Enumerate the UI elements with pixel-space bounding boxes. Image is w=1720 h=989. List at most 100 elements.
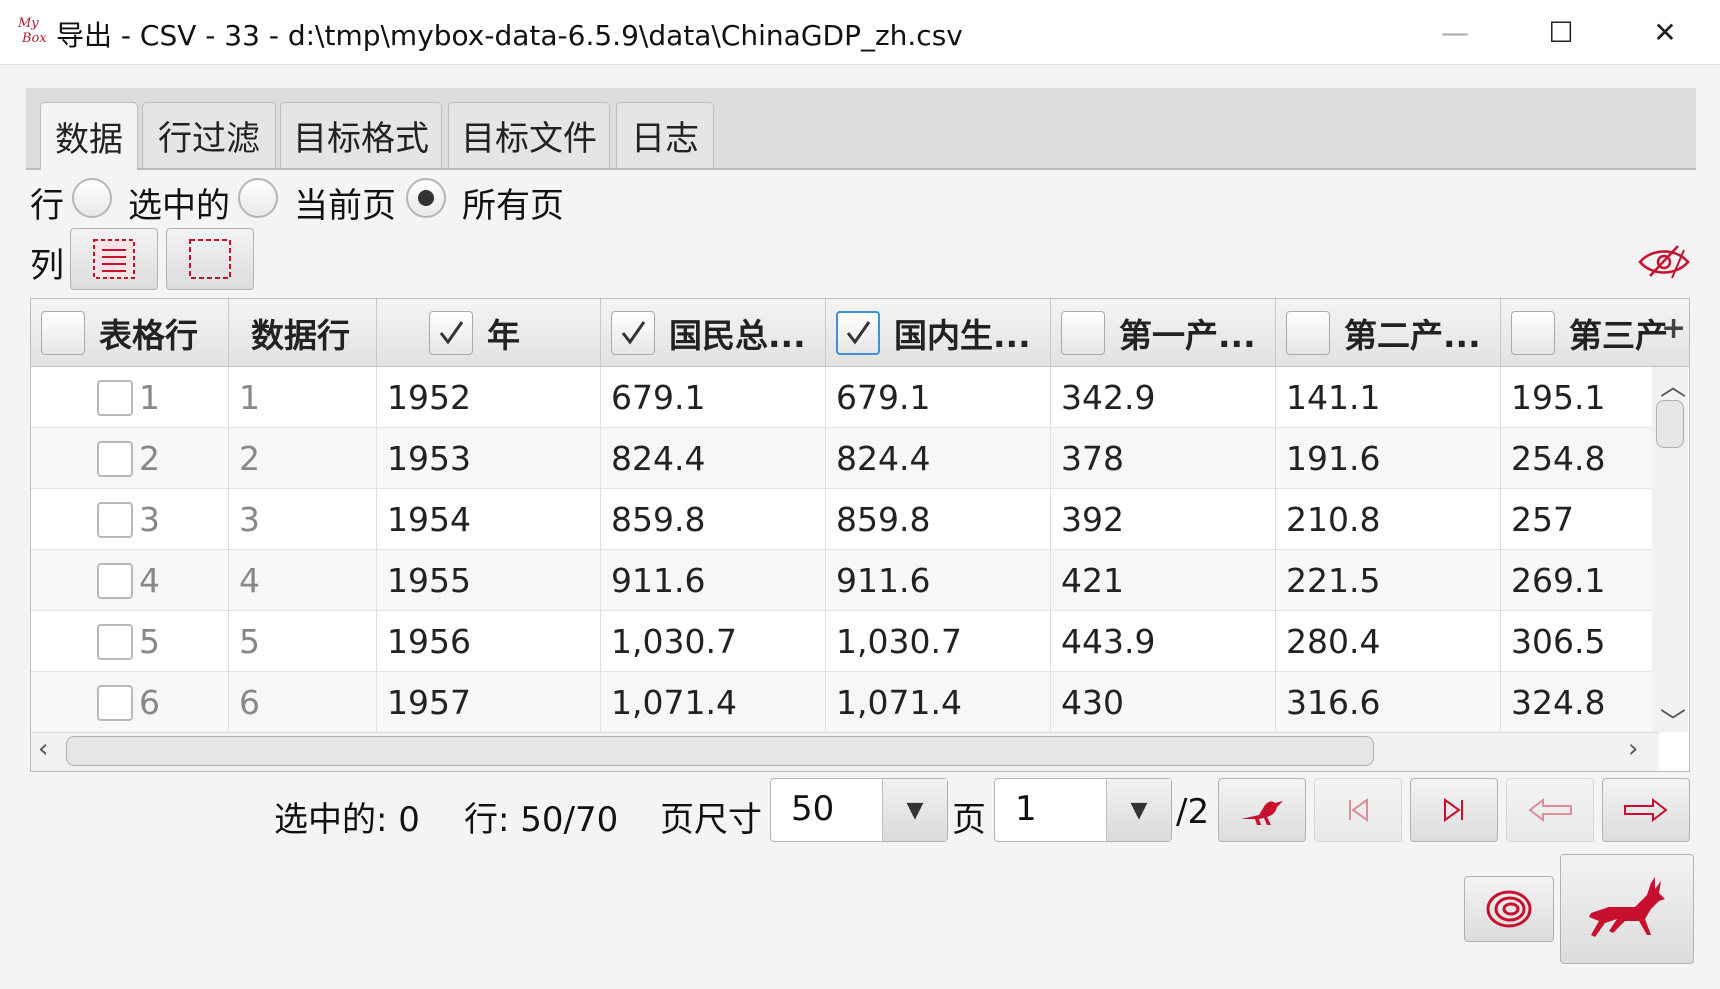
- last-page-icon: [1444, 798, 1463, 822]
- close-button[interactable]: ✕: [1612, 0, 1718, 64]
- radio-current-page[interactable]: [238, 178, 278, 218]
- header-checkbox[interactable]: [41, 310, 85, 355]
- cell-tertiary: 254.8: [1511, 439, 1606, 478]
- header-data-row[interactable]: 数据行: [229, 299, 377, 367]
- tab-target-file[interactable]: 目标文件: [448, 102, 610, 168]
- maximize-button[interactable]: ☐: [1508, 0, 1614, 64]
- page-total: /2: [1176, 792, 1210, 832]
- radio-all-pages[interactable]: [406, 178, 446, 218]
- first-page-button[interactable]: [1314, 778, 1402, 842]
- header-gdp[interactable]: 国内生...: [826, 299, 1051, 367]
- radio-selected[interactable]: [72, 178, 112, 218]
- tab-data[interactable]: 数据: [40, 102, 138, 170]
- tab-row-filter[interactable]: 行过滤: [142, 102, 276, 168]
- cell-table-row[interactable]: 6: [31, 672, 229, 733]
- cell-data-row: 1: [229, 367, 377, 428]
- check-icon: [846, 320, 871, 345]
- row-checkbox[interactable]: [97, 684, 133, 721]
- spiral-icon: [1486, 890, 1532, 928]
- scroll-down-icon[interactable]: ﹀: [1660, 702, 1686, 739]
- header-checkbox[interactable]: [1286, 310, 1330, 355]
- cell-table-row[interactable]: 3: [31, 489, 229, 550]
- chevron-down-icon[interactable]: ▼: [1106, 779, 1171, 841]
- header-secondary-industry[interactable]: 第二产...: [1276, 299, 1501, 367]
- previous-page-button[interactable]: [1506, 778, 1594, 842]
- header-checkbox[interactable]: [1511, 310, 1555, 355]
- cell-year: 1952: [377, 367, 601, 428]
- table-row[interactable]: 1 1 1952 679.1 679.1 342.9 141.1 195.1: [31, 367, 1653, 428]
- cell-year: 1954: [377, 489, 601, 550]
- row-number: 1: [139, 378, 160, 417]
- header-checkbox[interactable]: [429, 310, 473, 355]
- row-checkbox[interactable]: [97, 379, 133, 416]
- cell-table-row[interactable]: 2: [31, 428, 229, 489]
- cell-gdp: 679.1: [826, 367, 1051, 428]
- radio-current-page-label[interactable]: 当前页: [294, 178, 396, 227]
- scroll-left-icon[interactable]: ‹: [38, 734, 48, 764]
- cell-tertiary: 324.8: [1511, 683, 1606, 722]
- vertical-scroll-thumb[interactable]: [1656, 400, 1684, 448]
- minimize-button[interactable]: —: [1402, 0, 1508, 64]
- select-all-columns-button[interactable]: [70, 228, 158, 290]
- tab-log[interactable]: 日志: [616, 102, 714, 168]
- row-checkbox[interactable]: [97, 623, 133, 660]
- cell-secondary: 316.6: [1276, 672, 1501, 733]
- header-year[interactable]: 年: [377, 299, 601, 367]
- horizontal-scroll-thumb[interactable]: [66, 736, 1374, 766]
- radio-selected-label[interactable]: 选中的: [128, 178, 230, 227]
- logo-line-2: Box: [22, 31, 47, 46]
- table-row[interactable]: 3 3 1954 859.8 859.8 392 210.8 257: [31, 489, 1653, 550]
- header-checkbox[interactable]: [611, 310, 655, 355]
- cell-gdp: 859.8: [826, 489, 1051, 550]
- last-page-button[interactable]: [1410, 778, 1498, 842]
- row-checkbox[interactable]: [97, 440, 133, 477]
- page-label: 页: [952, 800, 986, 840]
- bird-icon: [1241, 801, 1283, 825]
- tab-target-format[interactable]: 目标格式: [280, 102, 442, 168]
- start-export-button[interactable]: [1560, 854, 1694, 964]
- scroll-up-icon[interactable]: ︿: [1660, 366, 1686, 403]
- header-table-row[interactable]: 表格行: [31, 299, 229, 367]
- cell-table-row[interactable]: 5: [31, 611, 229, 672]
- cell-secondary: 191.6: [1276, 428, 1501, 489]
- add-column-icon[interactable]: +: [1661, 311, 1686, 346]
- table-row[interactable]: 4 4 1955 911.6 911.6 421 221.5 269.1: [31, 550, 1653, 611]
- table-row[interactable]: 6 6 1957 1,071.4 1,071.4 430 316.6 324.8: [31, 672, 1653, 733]
- table-row[interactable]: 5 5 1956 1,030.7 1,030.7 443.9 280.4 306…: [31, 611, 1653, 672]
- selected-count: 选中的: 0: [274, 800, 420, 840]
- cell-primary: 443.9: [1051, 611, 1276, 672]
- row-checkbox[interactable]: [97, 562, 133, 599]
- cell-data-row: 2: [229, 428, 377, 489]
- row-checkbox[interactable]: [97, 501, 133, 538]
- cancel-button[interactable]: [1464, 876, 1554, 942]
- table-row[interactable]: 2 2 1953 824.4 824.4 378 191.6 254.8: [31, 428, 1653, 489]
- header-checkbox[interactable]: [836, 310, 880, 355]
- row-number: 6: [139, 683, 160, 722]
- data-table: 表格行 数据行 年 国民总... 国内生... 第一产... 第二产... 第三…: [30, 298, 1690, 772]
- header-label: 第三产: [1569, 315, 1668, 355]
- cell-gdp: 1,071.4: [826, 672, 1051, 733]
- page-size-select[interactable]: 50 ▼: [770, 778, 948, 842]
- cell-table-row[interactable]: 4: [31, 550, 229, 611]
- cell-table-row[interactable]: 1: [31, 367, 229, 428]
- cell-data-row: 6: [229, 672, 377, 733]
- header-label: 国内生...: [894, 315, 1031, 355]
- go-page-button[interactable]: [1218, 778, 1306, 842]
- scroll-right-icon[interactable]: ›: [1628, 734, 1638, 764]
- header-label: 年: [487, 315, 520, 355]
- tab-strip: [26, 88, 1696, 170]
- cell-data-row: 3: [229, 489, 377, 550]
- eye-icon[interactable]: [1636, 242, 1692, 282]
- next-page-button[interactable]: [1602, 778, 1690, 842]
- radio-all-pages-label[interactable]: 所有页: [462, 178, 564, 227]
- page-value: 1: [1015, 789, 1037, 829]
- header-primary-industry[interactable]: 第一产...: [1051, 299, 1276, 367]
- select-none-columns-button[interactable]: [166, 228, 254, 290]
- header-checkbox[interactable]: [1061, 310, 1105, 355]
- page-select[interactable]: 1 ▼: [994, 778, 1172, 842]
- header-gni[interactable]: 国民总...: [601, 299, 826, 367]
- columns-label: 列: [30, 246, 64, 286]
- page-size-label: 页尺寸: [660, 800, 762, 840]
- cell-year: 1955: [377, 550, 601, 611]
- chevron-down-icon[interactable]: ▼: [882, 779, 947, 841]
